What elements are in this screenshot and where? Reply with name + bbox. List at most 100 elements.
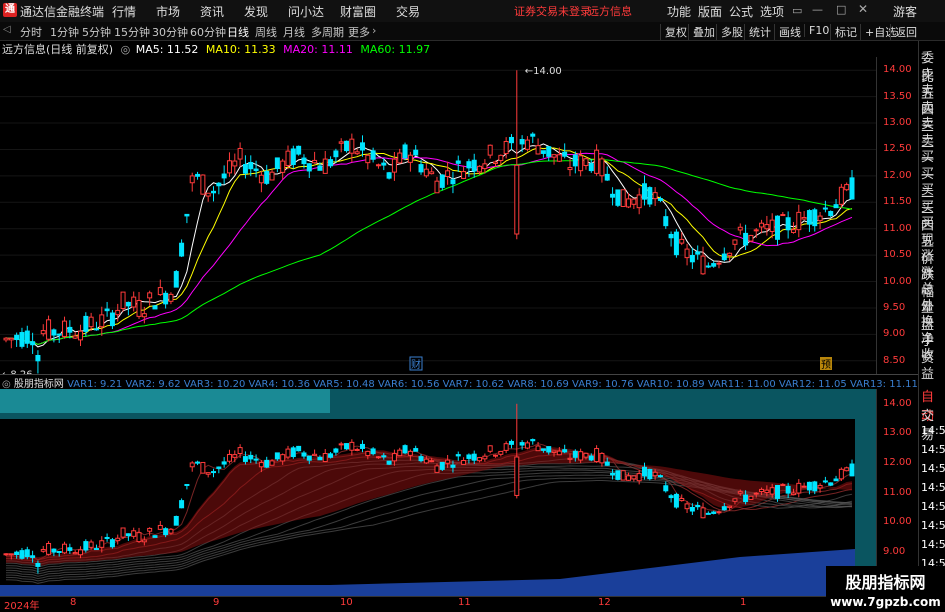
ind-candle-body: [184, 483, 190, 486]
btn-biaoji[interactable]: 标记: [830, 24, 857, 40]
guest-label[interactable]: 游客: [893, 3, 917, 20]
tab-1min[interactable]: 1分钟: [50, 24, 79, 40]
menu-xuanxiang[interactable]: 选项: [760, 3, 784, 20]
ind-candle-body: [205, 472, 211, 475]
tab-60min[interactable]: 60分钟: [190, 24, 226, 40]
minimize-icon[interactable]: —: [812, 3, 823, 16]
indicator-name[interactable]: 股朋指标网: [14, 379, 64, 389]
menu-faxian[interactable]: 发现: [244, 3, 268, 20]
indicator-settings-icon[interactable]: ◎: [2, 379, 11, 389]
menu-hangqing[interactable]: 行情: [112, 3, 136, 20]
ind-candle-body: [711, 511, 717, 514]
ind-candle-body: [391, 453, 397, 462]
tab-daily[interactable]: 日线: [227, 24, 249, 40]
candle-body: [19, 332, 25, 347]
candle-body: [737, 226, 743, 231]
menu-caifuquan[interactable]: 财富圈: [340, 3, 376, 20]
candle-body: [264, 170, 270, 184]
ind-candle-body: [828, 482, 834, 486]
ind-candle-body: [641, 466, 647, 477]
btn-back[interactable]: 返回: [890, 24, 917, 40]
high-annotation: ←14.00: [525, 66, 562, 77]
ind-candle-body: [567, 457, 573, 460]
menu-wenxiaoda[interactable]: 问小达: [288, 3, 324, 20]
indicator-header: ◎ 股朋指标网 VAR1: 9.21 VAR2: 9.62 VAR3: 10.2…: [0, 375, 918, 389]
watermark: 股朋指标网 www.7gpzb.com: [826, 566, 945, 609]
maximize-icon[interactable]: □: [836, 3, 846, 16]
ind-candle-body: [716, 511, 722, 514]
candle-body: [812, 209, 818, 227]
candle-body: [195, 173, 201, 177]
candle-body: [700, 255, 706, 275]
candle-body: [588, 163, 594, 172]
candle-body: [599, 158, 605, 177]
ind-candle-body: [615, 470, 621, 480]
candle-body: [684, 248, 690, 259]
ind-candle-body: [280, 454, 286, 462]
btn-huaxian[interactable]: 画线: [774, 24, 801, 40]
btn-fuquan[interactable]: 复权: [660, 24, 687, 40]
candle-body: [226, 160, 232, 174]
time-axis: 2024年 8 9 10 11 12 1: [0, 596, 918, 612]
candle-body: [242, 164, 248, 174]
ma60-value: MA60: 11.97: [360, 43, 431, 56]
ind-candle-body: [679, 497, 685, 502]
tab-5min[interactable]: 5分钟: [82, 24, 111, 40]
candle-body: [184, 213, 190, 217]
ma5-value: MA5: 11.52: [135, 43, 199, 56]
ind-candle-body: [540, 448, 546, 451]
menu-gongneng[interactable]: 功能: [667, 3, 691, 20]
ind-candle-body: [450, 464, 456, 468]
ind-candle-body: [801, 485, 807, 488]
btn-diejia[interactable]: 叠加: [688, 24, 715, 40]
tab-multiperiod[interactable]: 多周期: [311, 24, 344, 40]
tab-15min[interactable]: 15分钟: [114, 24, 150, 40]
indicator-tick-label: 12.00: [883, 456, 912, 468]
candle-body: [131, 296, 137, 308]
candle-body: [99, 314, 105, 328]
menu-jiaoyi[interactable]: 交易: [396, 3, 420, 20]
login-warning[interactable]: 证券交易未登录: [514, 3, 591, 19]
tab-fenshi[interactable]: 分时: [20, 24, 42, 40]
menu-shichang[interactable]: 市场: [156, 3, 180, 20]
candle-body: [514, 164, 520, 235]
ind-candle-body: [844, 467, 850, 472]
tab-30min[interactable]: 30分钟: [152, 24, 188, 40]
more-chevron-icon[interactable]: ›: [372, 24, 376, 37]
ind-candle-body: [397, 449, 403, 457]
btn-f10[interactable]: F10: [804, 24, 829, 37]
candle-body: [652, 192, 658, 200]
menu-gongshi[interactable]: 公式: [729, 3, 753, 20]
candle-body: [822, 207, 828, 210]
ind-candle-body: [226, 453, 232, 462]
candle-body: [466, 161, 472, 169]
ind-candle-body: [274, 452, 280, 460]
ind-candle-body: [285, 448, 291, 458]
menu-zixun[interactable]: 资讯: [200, 3, 224, 20]
candle-body: [673, 231, 679, 256]
tab-monthly[interactable]: 月线: [283, 24, 305, 40]
settings-dot-icon[interactable]: ◎: [121, 43, 131, 56]
tab-weekly[interactable]: 周线: [255, 24, 277, 40]
candle-body: [445, 170, 451, 177]
candle-body: [248, 161, 254, 170]
ind-candle-body: [381, 455, 387, 458]
indicator-chart[interactable]: [0, 389, 918, 596]
ind-candle-body: [604, 461, 610, 466]
candle-body: [620, 189, 626, 208]
candle-body: [471, 159, 477, 172]
btn-tongji[interactable]: 统计: [744, 24, 771, 40]
menu-banmian[interactable]: 版面: [698, 3, 722, 20]
tab-more[interactable]: 更多: [348, 24, 370, 40]
ind-candle-body: [849, 463, 855, 477]
btn-duogu[interactable]: 多股: [716, 24, 743, 40]
ind-candle-body: [8, 553, 14, 556]
candle-body: [274, 157, 280, 170]
ind-candle-body: [775, 484, 781, 499]
candle-body: [62, 320, 68, 337]
collapse-left-icon[interactable]: ◁: [3, 24, 11, 35]
layout-icon[interactable]: ▭: [792, 4, 802, 17]
candlestick-chart[interactable]: ←14.00←8.26财预: [0, 57, 918, 374]
close-icon[interactable]: ✕: [858, 2, 868, 16]
ind-candle-body: [232, 454, 238, 458]
